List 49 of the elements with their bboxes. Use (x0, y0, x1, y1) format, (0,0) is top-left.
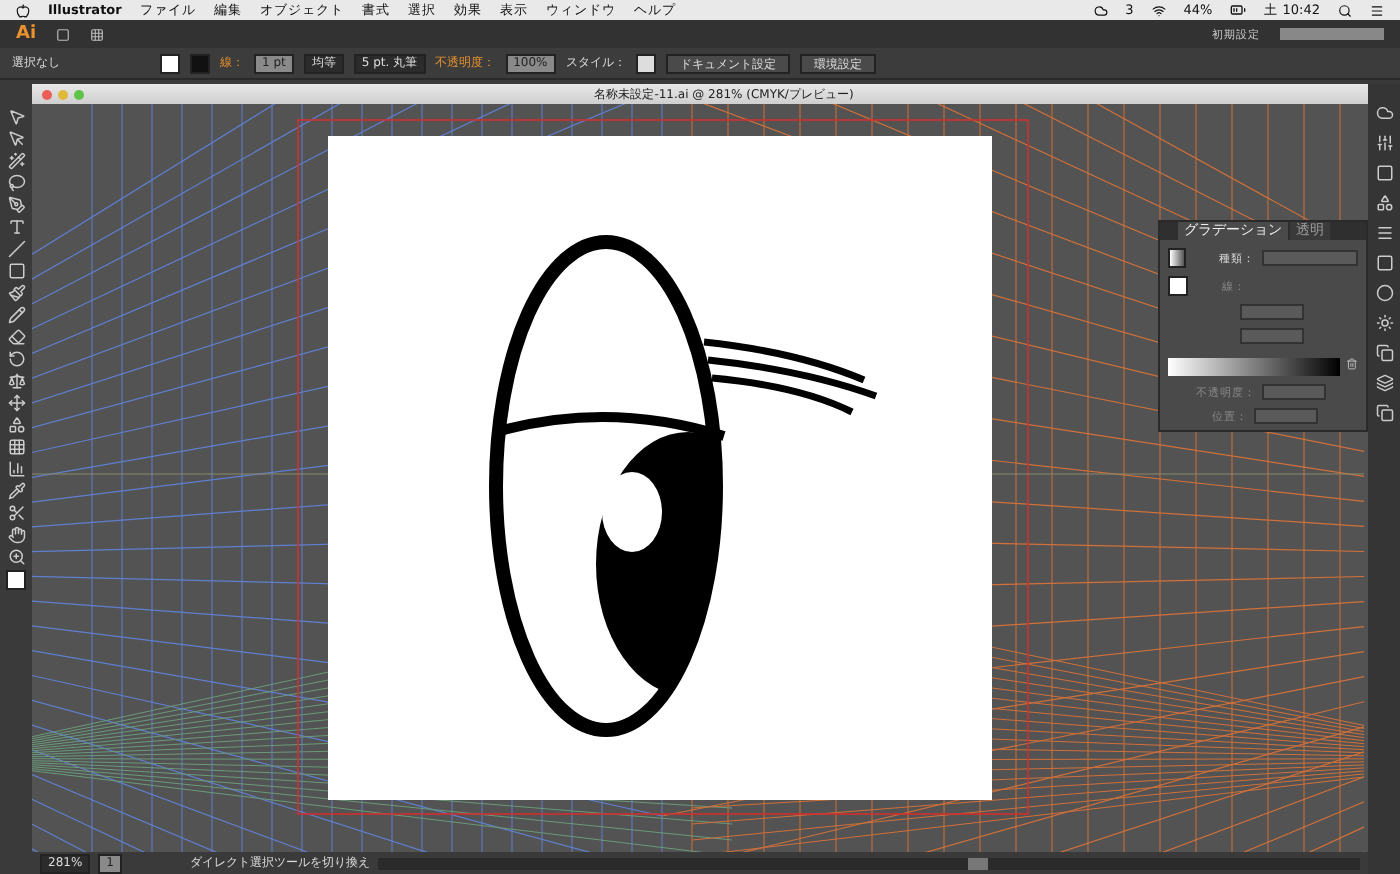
scissors-icon[interactable] (7, 504, 25, 522)
close-button[interactable] (42, 89, 52, 99)
zoom-icon[interactable] (7, 548, 25, 566)
shapes-icon[interactable] (7, 416, 25, 434)
fill-swatch[interactable] (160, 53, 180, 73)
arrow-icon[interactable] (7, 130, 25, 148)
grid-icon[interactable] (7, 438, 25, 456)
delete-icon[interactable] (1346, 358, 1358, 370)
lasso-icon[interactable] (7, 174, 25, 192)
brush-icon[interactable] (7, 284, 25, 302)
stroke-swatch[interactable] (190, 53, 210, 73)
sliders-icon[interactable] (1375, 134, 1393, 152)
eraser-icon[interactable] (7, 328, 25, 346)
cloud-icon[interactable] (1093, 3, 1108, 17)
shapes-icon[interactable] (1375, 194, 1393, 212)
gradient-swatch[interactable] (1168, 248, 1186, 268)
pen-icon[interactable] (7, 196, 25, 214)
battery-icon (1230, 2, 1247, 18)
angle-field[interactable] (1240, 304, 1304, 320)
wand-icon[interactable] (7, 152, 25, 170)
type-icon[interactable] (7, 218, 25, 236)
bar-chart-icon[interactable] (7, 460, 25, 478)
selection-tool-icon[interactable] (7, 108, 25, 126)
wifi-icon[interactable] (1151, 3, 1166, 17)
pencil-icon[interactable] (7, 306, 25, 324)
hand-icon[interactable] (7, 526, 25, 544)
copy-icon[interactable] (1375, 404, 1393, 422)
search-icon[interactable] (1338, 3, 1352, 17)
eyedropper-icon[interactable] (7, 482, 25, 500)
aspect-field[interactable] (1240, 328, 1304, 344)
menu-icon[interactable] (1370, 3, 1384, 17)
location-field[interactable] (1254, 408, 1318, 424)
horizontal-scrollbar[interactable] (377, 857, 1360, 869)
rotate-icon[interactable] (7, 350, 25, 368)
line-icon[interactable] (7, 240, 25, 258)
lines-icon[interactable] (1375, 224, 1393, 242)
move-icon[interactable] (7, 394, 25, 412)
search-field[interactable] (1280, 28, 1384, 40)
fill-swatch[interactable] (1168, 276, 1188, 296)
copy-icon[interactable] (1375, 344, 1393, 362)
app-logo: Ai (16, 24, 37, 44)
opacity-field[interactable] (1262, 384, 1326, 400)
style-swatch[interactable] (635, 53, 656, 73)
sun-icon[interactable] (1375, 314, 1393, 332)
apple-icon[interactable] (16, 3, 30, 17)
rectangle-icon[interactable] (7, 262, 25, 280)
layers-icon[interactable] (1375, 374, 1393, 392)
scale-icon[interactable] (7, 372, 25, 390)
fill-swatch[interactable] (6, 570, 26, 590)
